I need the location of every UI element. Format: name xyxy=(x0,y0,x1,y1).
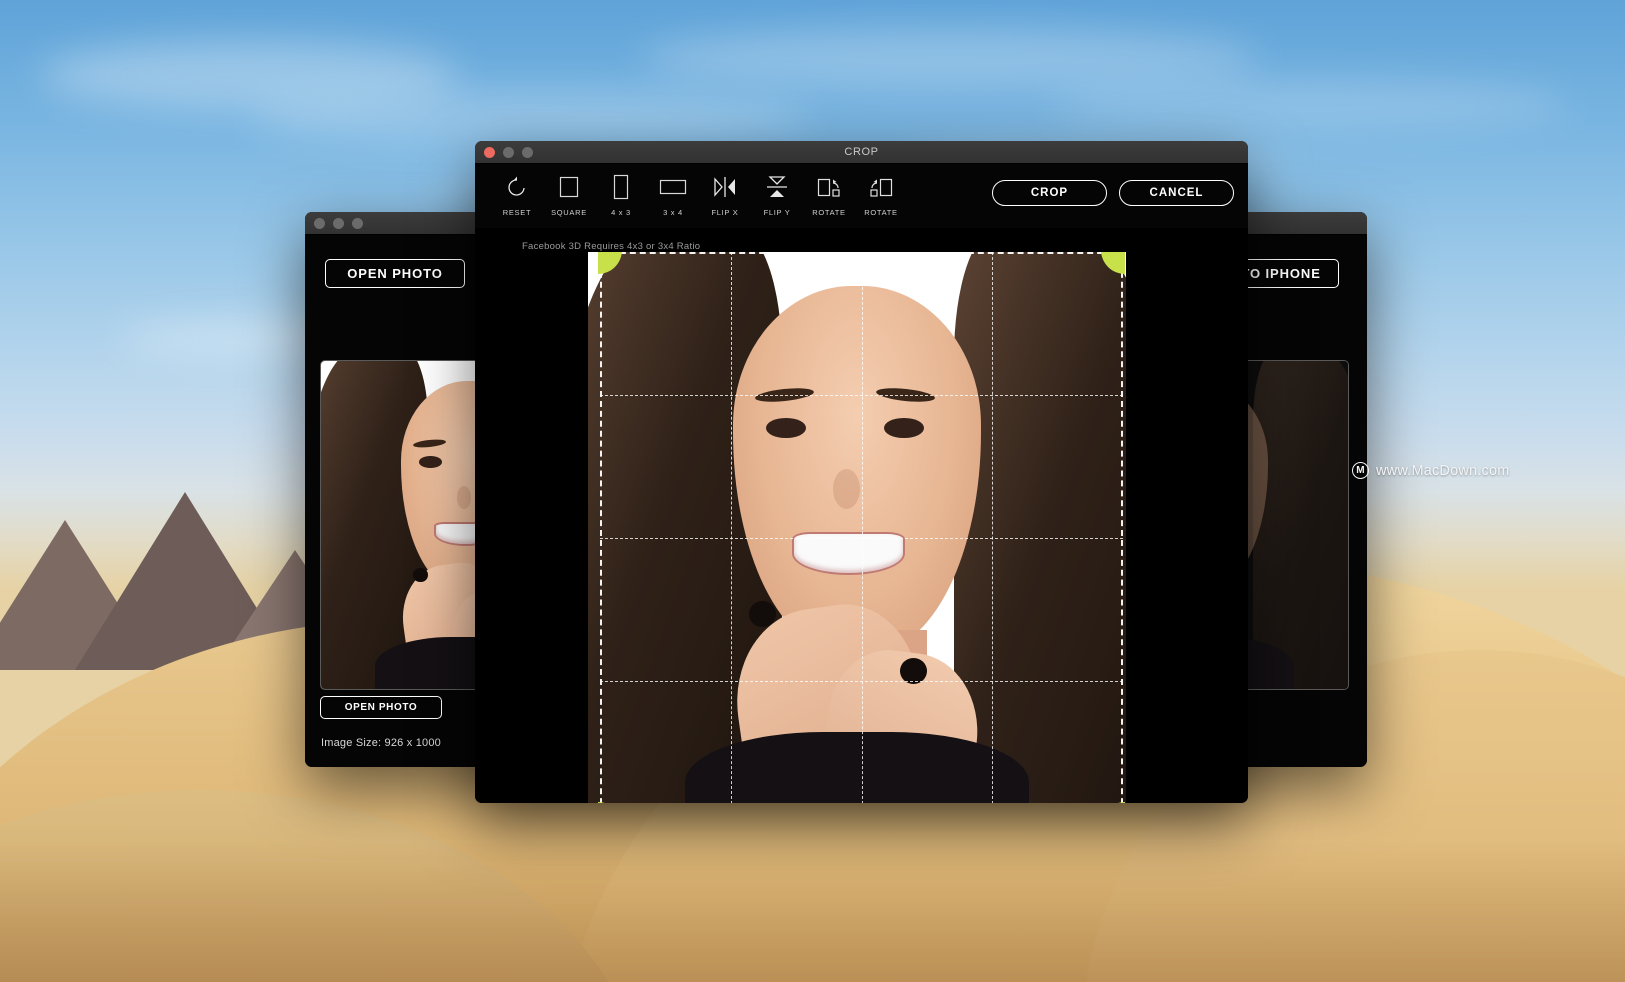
traffic-lights[interactable] xyxy=(475,146,533,158)
clothing xyxy=(684,732,1030,803)
eye-left xyxy=(419,456,442,468)
tool-label: FLIP X xyxy=(711,208,739,217)
crop-source-photo xyxy=(588,252,1126,803)
crop-toolbar: RESET SQUARE 4 x 3 3 x 4 FLIP X FLIP Y R… xyxy=(475,164,1248,228)
watermark-text: www.MacDown.com xyxy=(1376,462,1510,479)
minimize-button[interactable] xyxy=(503,146,514,158)
open-photo-bottom-button[interactable]: OPEN PHOTO xyxy=(320,696,442,719)
fingernail xyxy=(900,658,927,684)
flip-y-tool[interactable]: FLIP Y xyxy=(751,172,803,217)
portrait-photo-large xyxy=(588,252,1126,803)
hair-right xyxy=(953,252,1126,803)
crop-canvas[interactable] xyxy=(475,252,1248,803)
close-button[interactable] xyxy=(314,217,325,229)
cancel-button[interactable]: CANCEL xyxy=(1119,180,1234,206)
tool-label: 3 x 4 xyxy=(663,208,683,217)
square-ratio-icon xyxy=(557,172,581,202)
cloud xyxy=(1050,80,1570,128)
flip-vertical-icon xyxy=(764,172,790,202)
fingernail xyxy=(749,600,777,627)
image-size-label: Image Size: 926 x 1000 xyxy=(321,737,441,749)
macdown-logo-icon: M xyxy=(1352,462,1369,479)
portrait-ratio-icon xyxy=(610,172,632,202)
crop-window-title: CROP xyxy=(844,146,879,158)
tool-label: RESET xyxy=(502,208,532,217)
tool-label: 4 x 3 xyxy=(611,208,631,217)
crop-window[interactable]: CROP RESET SQUARE 4 x 3 3 x 4 FLIP X FLI… xyxy=(475,141,1248,803)
hair-right xyxy=(1252,361,1348,689)
minimize-button[interactable] xyxy=(333,217,344,229)
ratio-3x4-tool[interactable]: 3 x 4 xyxy=(647,172,699,217)
tool-label: ROTATE xyxy=(812,208,846,217)
crop-window-titlebar[interactable]: CROP xyxy=(475,141,1248,164)
cloud xyxy=(640,28,1260,88)
crop-window-body: RESET SQUARE 4 x 3 3 x 4 FLIP X FLIP Y R… xyxy=(475,164,1248,803)
flip-x-tool[interactable]: FLIP X xyxy=(699,172,751,217)
tool-label: SQUARE xyxy=(551,208,587,217)
flip-horizontal-icon xyxy=(710,172,740,202)
rotate-left-tool[interactable]: ROTATE xyxy=(855,172,907,217)
landscape-ratio-icon xyxy=(657,172,689,202)
rotate-right-tool[interactable]: ROTATE xyxy=(803,172,855,217)
reset-arrow-icon xyxy=(505,172,529,202)
rotate-left-icon xyxy=(866,172,896,202)
close-button[interactable] xyxy=(484,146,495,158)
crop-confirm-button[interactable]: CROP xyxy=(992,180,1107,206)
ratio-4x3-tool[interactable]: 4 x 3 xyxy=(595,172,647,217)
macdown-watermark: M www.MacDown.com xyxy=(1352,462,1510,479)
nose xyxy=(832,469,860,510)
tool-label: FLIP Y xyxy=(763,208,791,217)
reset-tool[interactable]: RESET xyxy=(491,172,543,217)
crop-actions: CROP CANCEL xyxy=(992,180,1234,206)
tool-label: ROTATE xyxy=(864,208,898,217)
dune-shadow xyxy=(0,840,1625,982)
square-ratio-tool[interactable]: SQUARE xyxy=(543,172,595,217)
zoom-button[interactable] xyxy=(352,217,363,229)
face xyxy=(733,286,981,653)
rotate-right-icon xyxy=(814,172,844,202)
open-photo-top-button[interactable]: OPEN PHOTO xyxy=(325,259,465,288)
cloud xyxy=(250,90,810,145)
nose xyxy=(456,485,472,509)
zoom-button[interactable] xyxy=(522,146,533,158)
traffic-lights[interactable] xyxy=(305,217,363,229)
crop-hint-text: Facebook 3D Requires 4x3 or 3x4 Ratio xyxy=(522,241,701,252)
